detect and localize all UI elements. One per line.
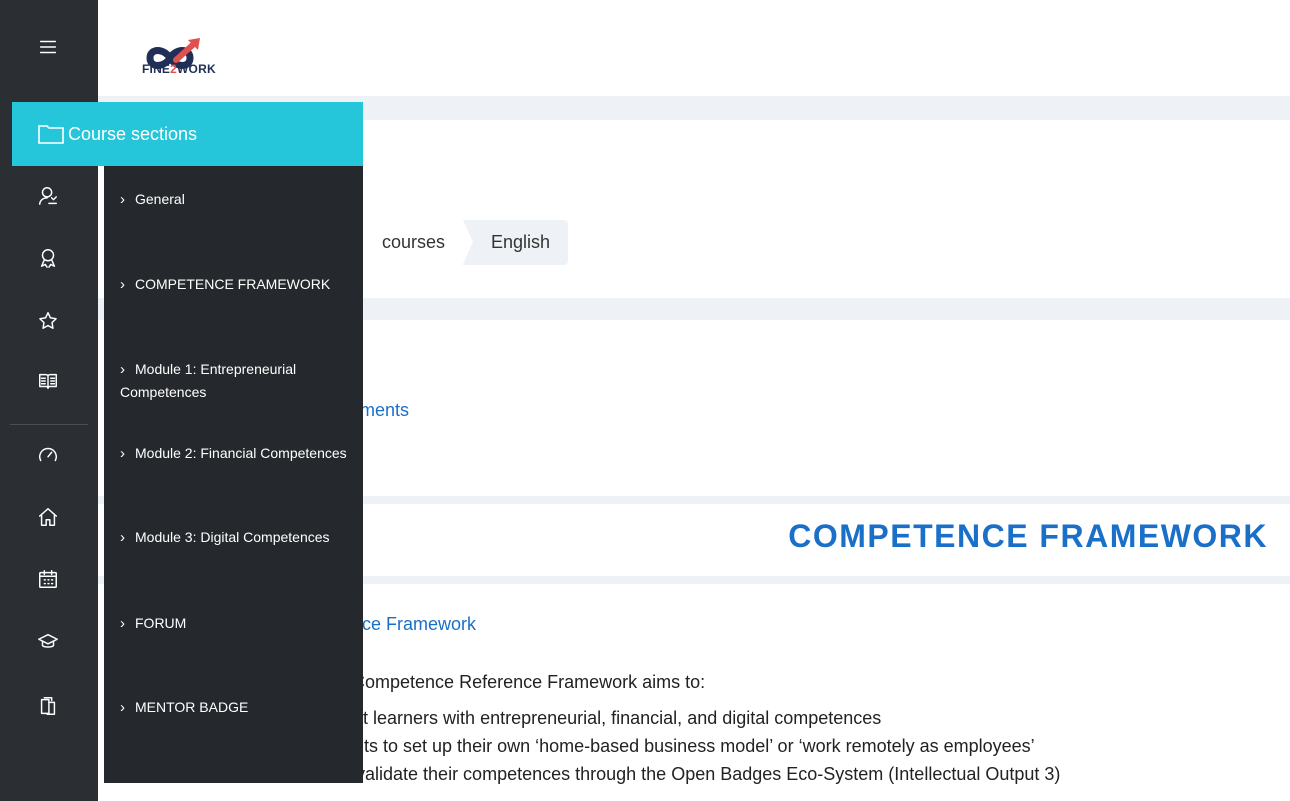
section-item-competence-framework[interactable]: › COMPETENCE FRAMEWORK [120,273,352,296]
dashboard-icon[interactable] [34,441,62,469]
brand-name: FINE2WORK [142,62,216,76]
chevron-right-icon: › [120,699,125,716]
competencies-icon[interactable] [34,307,62,335]
chevron-right-icon: › [120,445,125,462]
section-item-module-1[interactable]: › Module 1: Entrepreneurial Competences [120,358,352,403]
menu-icon[interactable] [34,33,62,61]
site-header [98,0,1290,96]
calendar-icon[interactable] [34,565,62,593]
home-icon[interactable] [34,503,62,531]
section-item-forum[interactable]: › FORUM [120,612,352,635]
brand-logo-icon[interactable] [140,20,230,90]
section-item-general[interactable]: › General [120,188,352,211]
intro-text: RK Competence Reference Framework aims t… [322,672,706,692]
breadcrumb-english[interactable]: English [463,220,569,265]
rail-divider [10,424,88,425]
courses-icon[interactable] [34,628,62,656]
chevron-right-icon: › [120,191,125,208]
participants-icon[interactable] [34,182,62,210]
aim-line-1: dult learners with entrepreneurial, fina… [339,708,882,728]
content-bank-icon[interactable] [34,692,62,720]
chevron-right-icon: › [120,276,125,293]
framework-link[interactable]: nce Framework [352,614,476,635]
section-item-mentor-badge[interactable]: › MENTOR BADGE [120,696,352,719]
course-sections-header[interactable]: Course sections [12,102,363,166]
section-item-module-3[interactable]: › Module 3: Digital Competences [120,526,352,549]
breadcrumb: courses English [348,220,569,265]
badges-icon[interactable] [34,244,62,272]
aim-line-2: ults to set up their own ‘home-based bus… [350,736,1035,756]
chevron-right-icon: › [120,529,125,546]
course-sections-title: Course sections [68,123,198,144]
course-sections-drawer: › General › COMPETENCE FRAMEWORK › Module 1… [104,166,363,783]
chevron-right-icon: › [120,361,125,378]
section-title: COMPETENCE FRAMEWORK [788,518,1268,554]
folder-icon [38,125,64,144]
grades-icon[interactable] [34,367,62,395]
chevron-right-icon: › [120,615,125,632]
breadcrumb-courses[interactable]: courses [348,220,474,265]
aim-line-3: validate their competences through the O… [356,764,1061,784]
section-item-module-2[interactable]: › Module 2: Financial Competences [120,442,352,465]
